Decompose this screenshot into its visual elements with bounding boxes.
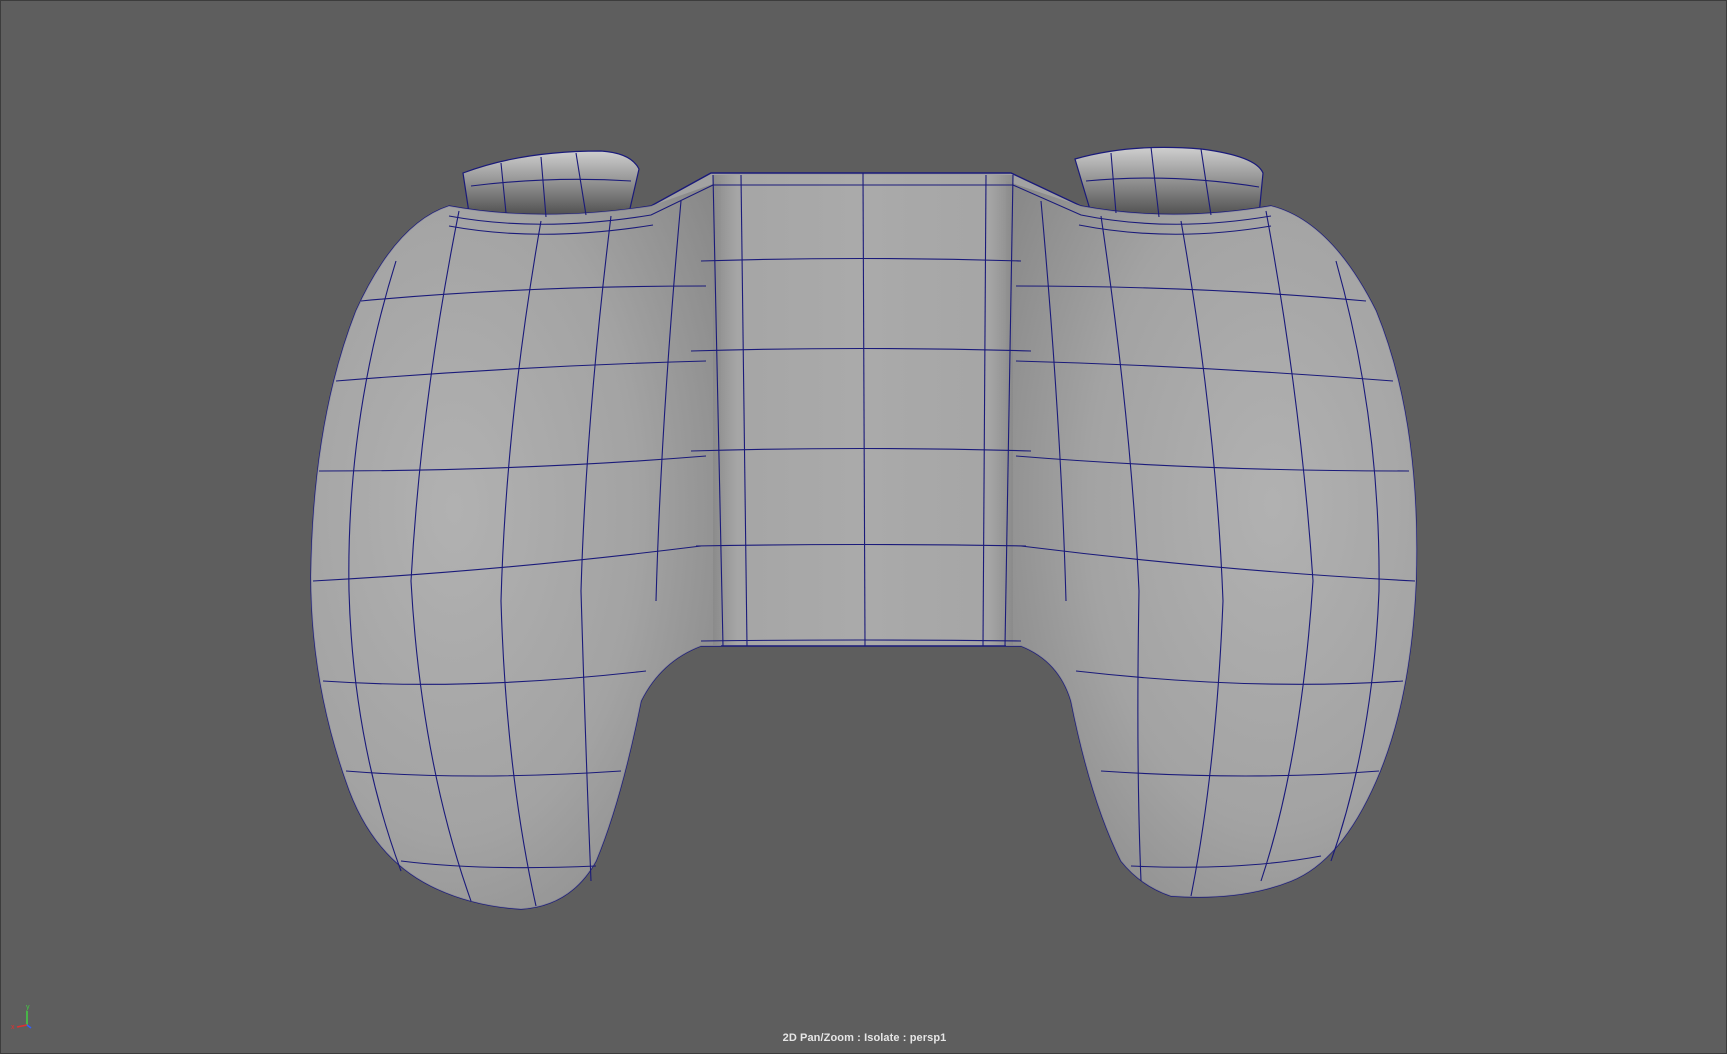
x-axis-line — [16, 1024, 28, 1028]
perspective-view[interactable] — [1, 1, 1727, 1054]
axis-gizmo: y x — [11, 1004, 32, 1031]
z-axis-line — [26, 1024, 32, 1029]
y-axis-label: y — [26, 1004, 30, 1011]
viewport-hud-label: 2D Pan/Zoom : Isolate : persp1 — [782, 1032, 947, 1044]
left-bumper[interactable] — [462, 150, 640, 219]
x-axis-label: x — [11, 1024, 15, 1031]
right-bumper[interactable] — [1074, 146, 1264, 220]
viewport-panel[interactable]: y x 2D Pan/Zoom : Isolate : persp1 — [0, 0, 1727, 1054]
controller-mesh[interactable] — [310, 146, 1418, 910]
